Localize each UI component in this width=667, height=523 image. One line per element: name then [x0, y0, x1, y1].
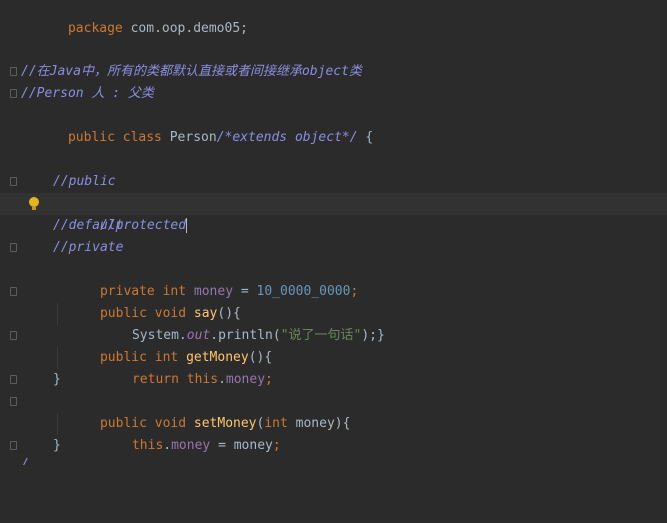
fold-marker-icon[interactable] — [10, 67, 17, 76]
fold-marker-icon[interactable] — [10, 243, 17, 252]
code-line-comment-default[interactable]: //default — [0, 215, 667, 237]
comment-private: //private — [53, 240, 124, 255]
partial-comment: / — [21, 457, 29, 465]
code-line-field-money[interactable]: private int money = 10_0000_0000; — [0, 259, 667, 299]
code-line-package[interactable]: package com.oop.demo05; — [0, 0, 667, 36]
fold-marker-icon[interactable] — [10, 89, 17, 98]
code-line-comment-private[interactable]: //private — [0, 237, 667, 259]
fold-marker-icon[interactable] — [10, 441, 17, 450]
code-line-return[interactable]: return this.money; — [0, 347, 667, 387]
code-line-method-getmoney[interactable]: public int getMoney(){ — [0, 325, 667, 365]
comment-person: //Person 人 : 父类 — [21, 86, 154, 101]
comment-inherit: //在Java中，所有的类都默认直接或者间接继承object类 — [21, 64, 362, 79]
class-name: Person — [161, 130, 217, 145]
fold-marker-icon[interactable] — [10, 331, 17, 340]
code-line-partial[interactable]: / — [0, 454, 667, 465]
code-line-comment-person[interactable]: //Person 人 : 父类 — [0, 83, 667, 105]
keyword-public-class: public class — [67, 130, 162, 145]
comment-default: //default — [53, 218, 124, 233]
indent-guide — [57, 303, 58, 325]
code-line-comment-protected[interactable]: //protected — [0, 193, 667, 233]
code-line-class-decl[interactable]: public class Person/*extends object*/ { — [0, 105, 667, 145]
code-line-println[interactable]: System.out.println("说了一句话");} — [0, 303, 667, 343]
keyword-package: package — [67, 21, 123, 36]
extends-comment: /*extends object*/ — [216, 130, 358, 145]
class-open-brace: { — [357, 130, 374, 145]
indent-guide — [57, 347, 58, 369]
package-name: com.oop.demo05; — [122, 21, 248, 36]
fold-marker-icon[interactable] — [10, 287, 17, 296]
close-brace: } — [53, 372, 61, 387]
fold-marker-icon[interactable] — [10, 397, 17, 406]
code-line-comment-public[interactable]: //public — [0, 171, 667, 193]
indent-guide — [57, 413, 58, 435]
code-editor[interactable]: package com.oop.demo05; //在Java中，所有的类都默认… — [0, 0, 667, 465]
code-line-method-say[interactable]: public void say(){ — [0, 281, 667, 321]
fold-marker-icon[interactable] — [10, 177, 17, 186]
comment-public: //public — [53, 174, 116, 189]
code-line-close-getmoney[interactable]: } — [0, 369, 667, 391]
code-line-assign[interactable]: this.money = money; — [0, 413, 667, 453]
lightbulb-icon[interactable] — [29, 197, 39, 210]
fold-marker-icon[interactable] — [10, 375, 17, 384]
code-line-method-setmoney[interactable]: public void setMoney(int money){ — [0, 391, 667, 431]
code-line-comment-inherit[interactable]: //在Java中，所有的类都默认直接或者间接继承object类 — [0, 61, 667, 83]
